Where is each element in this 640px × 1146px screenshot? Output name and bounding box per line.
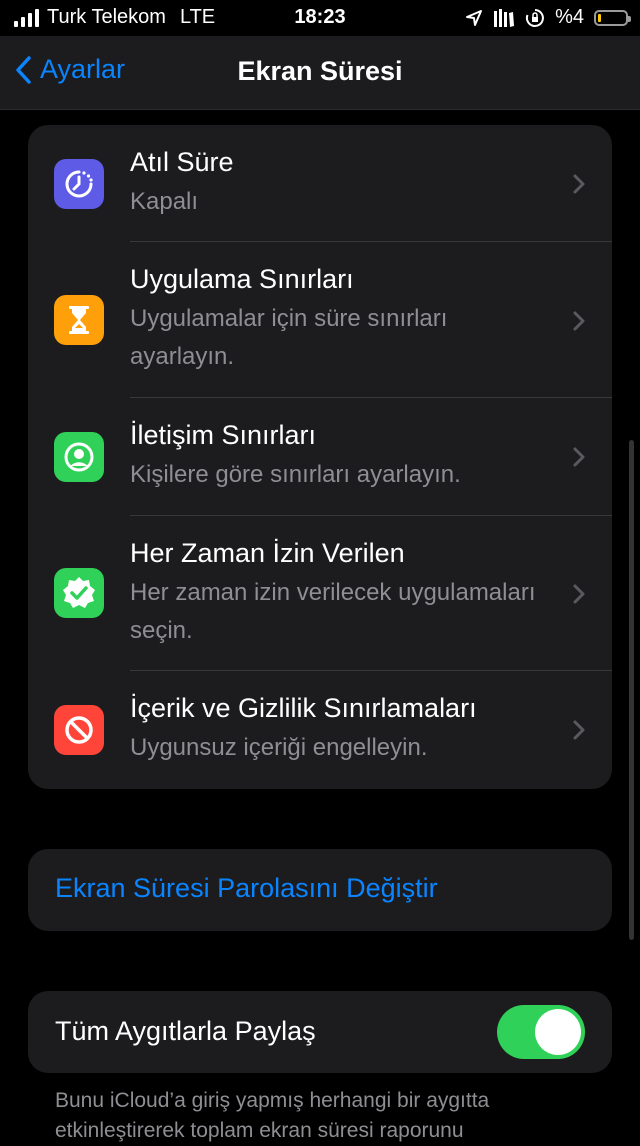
row-subtitle: Kapalı [130,188,199,215]
row-title: Her Zaman İzin Verilen [130,538,405,568]
library-icon [494,8,515,27]
chevron-right-icon [573,311,585,331]
row-title: Atıl Süre [130,147,234,177]
chevron-right-icon [573,720,585,740]
location-icon [466,9,483,26]
checkmark-badge-icon [54,568,104,618]
screen-time-settings-group: Atıl Süre Kapalı Uygulama Sınırları Uygu… [28,125,612,789]
settings-row-downtime[interactable]: Atıl Süre Kapalı [28,125,612,242]
navigation-bar: Ayarlar Ekran Süresi [0,36,640,110]
row-title: Uygulama Sınırları [130,264,354,294]
settings-row-always-allowed[interactable]: Her Zaman İzin Verilen Her zaman izin ve… [28,516,612,671]
hourglass-icon [54,295,104,345]
settings-row-content-privacy[interactable]: İçerik ve Gizlilik Sınırlamaları Uygunsu… [28,671,612,789]
restriction-icon [54,705,104,755]
chevron-right-icon [573,447,585,467]
rotation-lock-icon [526,8,544,27]
row-subtitle: Uygulamalar için süre sınırları ayarlayı… [130,305,448,370]
change-passcode-label: Ekran Süresi Parolasını Değiştir [55,873,438,903]
settings-row-app-limits[interactable]: Uygulama Sınırları Uygulamalar için süre… [28,242,612,398]
change-passcode-button[interactable]: Ekran Süresi Parolasını Değiştir [28,849,612,931]
downtime-icon [54,159,104,209]
share-across-devices-row: Tüm Aygıtlarla Paylaş [28,991,612,1073]
battery-icon [594,9,631,26]
status-bar: Turk Telekom LTE 18:23 %4 [0,0,640,36]
share-across-devices-label: Tüm Aygıtlarla Paylaş [55,1016,316,1046]
row-subtitle: Uygunsuz içeriği engelleyin. [130,734,428,761]
settings-row-communication-limits[interactable]: İletişim Sınırları Kişilere göre sınırla… [28,398,612,516]
share-across-devices-toggle[interactable] [497,1005,585,1059]
row-title: İletişim Sınırları [130,420,317,450]
battery-percent: %4 [555,6,584,28]
chevron-right-icon [573,174,585,194]
status-right: %4 [465,6,631,29]
share-footer-text: Bunu iCloud’a giriş yapmış herhangi bir … [55,1089,490,1142]
chevron-right-icon [573,584,585,604]
row-subtitle: Her zaman izin verilecek uygulamaları se… [130,579,536,644]
row-subtitle: Kişilere göre sınırları ayarlayın. [130,461,461,488]
toggle-knob [535,1009,581,1055]
row-title: İçerik ve Gizlilik Sınırlamaları [130,693,477,723]
page-title: Ekran Süresi [237,56,403,86]
person-circle-icon [54,432,104,482]
scroll-indicator[interactable] [629,440,634,940]
